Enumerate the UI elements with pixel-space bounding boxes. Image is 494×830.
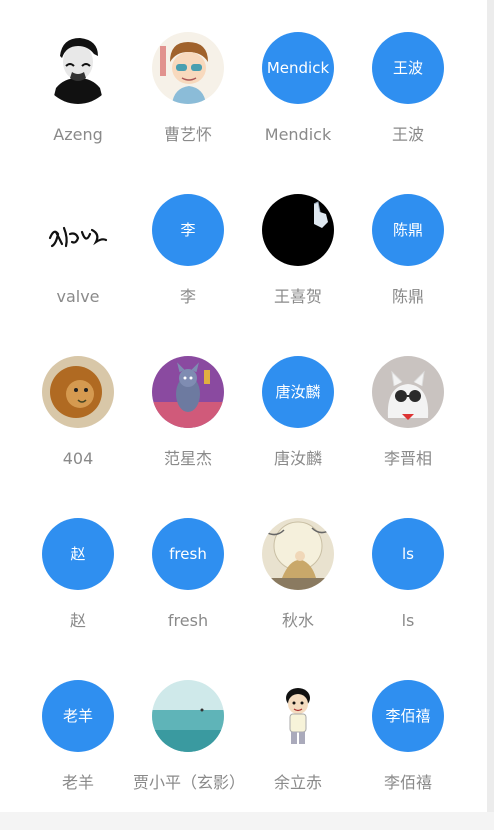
contact-name: 余立赤 xyxy=(273,773,322,792)
scroll-edge xyxy=(487,0,494,812)
lion-icon xyxy=(42,356,114,428)
contact-item[interactable]: 李佰禧 李佰禧 xyxy=(348,680,468,830)
contact-item[interactable]: 陈鼎 陈鼎 xyxy=(348,194,468,344)
contact-name: 赵 xyxy=(69,611,86,630)
contact-item[interactable]: 唐汝麟 唐汝麟 xyxy=(238,356,358,506)
text-avatar: 李佰禧 xyxy=(372,680,444,752)
contact-name: Mendick xyxy=(264,125,332,144)
contact-name: 王波 xyxy=(391,125,424,144)
contact-name: 范星杰 xyxy=(163,449,212,468)
contact-name: 李 xyxy=(179,287,196,306)
contact-name: 陈鼎 xyxy=(391,287,424,306)
black-hand-icon xyxy=(262,194,334,266)
contact-item[interactable]: 李 李 xyxy=(128,194,248,344)
contact-name: valve xyxy=(56,287,100,306)
contact-name: 王喜贺 xyxy=(273,287,322,306)
contact-name: 贾小平（玄影） xyxy=(133,773,246,792)
contact-grid: Azeng 曹艺怀 Mendick Mendick 王波 王波 valve 李 … xyxy=(0,0,487,812)
contact-item[interactable]: fresh fresh xyxy=(128,518,248,668)
moon-scholar-icon xyxy=(262,518,334,590)
contact-item[interactable]: 王喜贺 xyxy=(238,194,358,344)
contact-item[interactable]: 404 xyxy=(18,356,138,506)
text-avatar: fresh xyxy=(152,518,224,590)
cartoon-kid-icon xyxy=(262,680,334,752)
contact-item[interactable]: Mendick Mendick xyxy=(238,32,358,182)
contact-item[interactable]: 王波 王波 xyxy=(348,32,468,182)
text-avatar: ls xyxy=(372,518,444,590)
contact-name: 唐汝麟 xyxy=(273,449,322,468)
contact-item[interactable]: ls ls xyxy=(348,518,468,668)
cartoon-cat-icon xyxy=(152,356,224,428)
contact-item[interactable]: valve xyxy=(18,194,138,344)
contact-item[interactable]: 范星杰 xyxy=(128,356,248,506)
text-avatar: Mendick xyxy=(262,32,334,104)
contact-item[interactable]: 赵 赵 xyxy=(18,518,138,668)
contact-name: 李佰禧 xyxy=(383,773,432,792)
contact-item[interactable]: 余立赤 xyxy=(238,680,358,830)
calligraphy-icon xyxy=(42,194,114,266)
text-avatar: 赵 xyxy=(42,518,114,590)
contact-name: 404 xyxy=(62,449,94,468)
text-avatar: 李 xyxy=(152,194,224,266)
text-avatar: 老羊 xyxy=(42,680,114,752)
portrait-che-icon xyxy=(42,32,114,104)
contact-item[interactable]: 秋水 xyxy=(238,518,358,668)
contact-name: Azeng xyxy=(53,125,103,144)
text-avatar: 唐汝麟 xyxy=(262,356,334,428)
text-avatar: 陈鼎 xyxy=(372,194,444,266)
cartoon-boy-icon xyxy=(152,32,224,104)
cat-sunglasses-icon xyxy=(372,356,444,428)
contact-name: ls xyxy=(401,611,415,630)
contact-name: 李晋相 xyxy=(383,449,432,468)
contact-name: fresh xyxy=(167,611,209,630)
sea-icon xyxy=(152,680,224,752)
contact-item[interactable]: 老羊 老羊 xyxy=(18,680,138,830)
contact-name: 秋水 xyxy=(281,611,314,630)
text-avatar: 王波 xyxy=(372,32,444,104)
contact-name: 曹艺怀 xyxy=(163,125,212,144)
contact-item[interactable]: 李晋相 xyxy=(348,356,468,506)
contact-item[interactable]: Azeng xyxy=(18,32,138,182)
contact-item[interactable]: 曹艺怀 xyxy=(128,32,248,182)
contact-item[interactable]: 贾小平（玄影） xyxy=(128,680,248,830)
contact-name: 老羊 xyxy=(61,773,94,792)
